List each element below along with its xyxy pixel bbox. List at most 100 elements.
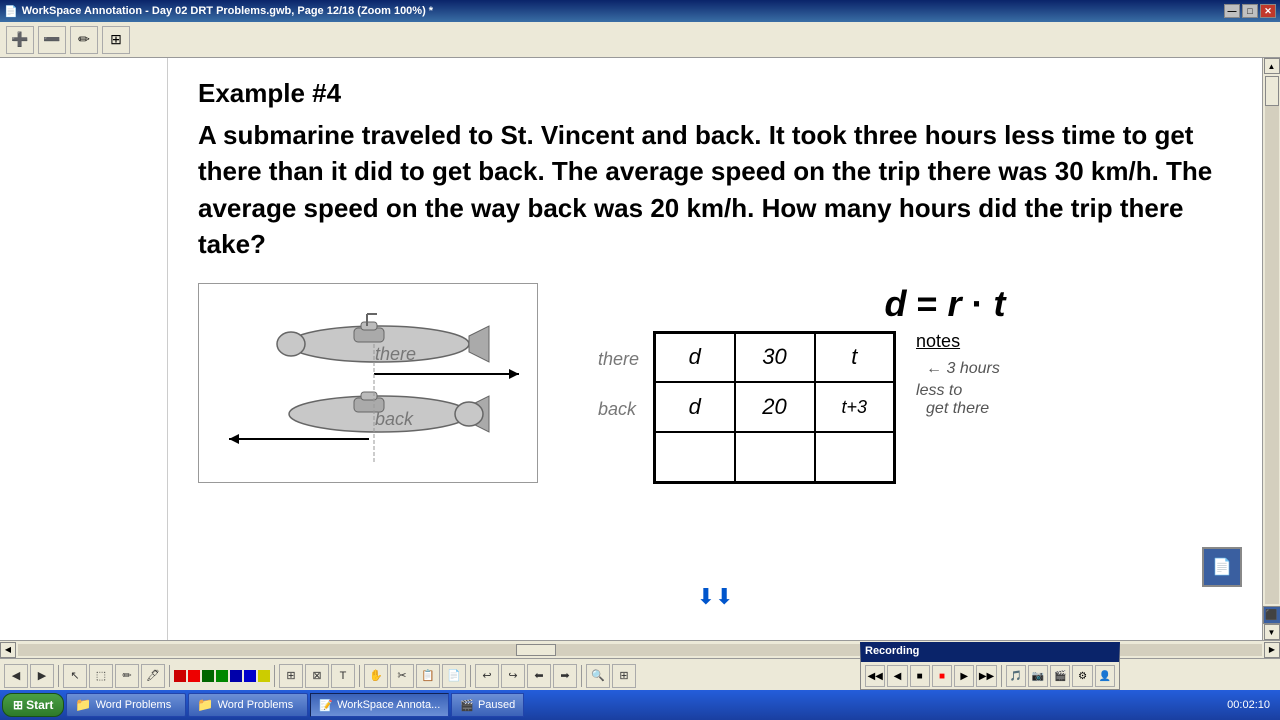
color-green[interactable] [202,670,214,682]
close-button[interactable]: ✕ [1260,4,1276,18]
row-label-empty [598,435,645,485]
color-green2[interactable] [216,670,228,682]
bt-cursor[interactable]: ↖ [63,664,87,688]
page-nav-icon[interactable]: ⬛ [1263,606,1280,624]
rec-btn3[interactable]: 🎬 [1050,665,1070,687]
rec-btn2[interactable]: 📷 [1028,665,1048,687]
toolbar-grid-button[interactable]: ⊞ [102,26,130,54]
color-yellow[interactable] [258,670,270,682]
equals-sign: = [916,283,947,324]
bt-undo[interactable]: ↩ [475,664,499,688]
right-scrollbar: ▲ ⬛ ▼ [1262,58,1280,640]
rec-stop[interactable]: ■ [910,665,930,687]
recording-content: ◀◀ ◀ ■ ■ ▶ ▶▶ 🎵 📷 🎬 ⚙ 👤 [861,662,1119,690]
bt-pencil[interactable]: ✏ [115,664,139,688]
title-bar-controls: — □ ✕ [1224,4,1276,18]
taskbar-label-1: Word Problems [96,699,172,711]
taskbar-item-wordproblems2[interactable]: 📁 Word Problems [188,693,308,717]
toolbar: ➕ ➖ ✏ ⊞ [0,22,1280,58]
taskbar-time: 00:02:10 [1219,699,1278,711]
bt-tool1[interactable]: ⊞ [279,664,303,688]
cell-t-back: t+3 [815,382,895,432]
separator-2 [169,665,170,687]
rec-rewind[interactable]: ◀◀ [865,665,885,687]
drt-table: d 30 t d 20 t+3 [653,331,896,484]
title-bar: 📄 WorkSpace Annotation - Day 02 DRT Prob… [0,0,1280,22]
bt-redo[interactable]: ↪ [501,664,525,688]
bt-paste[interactable]: 📄 [442,664,466,688]
h-scroll-left[interactable]: ◀ [0,642,16,658]
color-red2[interactable] [188,670,200,682]
taskbar-item-wordproblems1[interactable]: 📁 Word Problems [66,693,186,717]
bt-left2[interactable]: ⬅ [527,664,551,688]
toolbar-edit-button[interactable]: ✏ [70,26,98,54]
notes-title: notes [916,331,1000,352]
bt-prev[interactable]: ◀ [4,664,28,688]
table-with-labels: there back d 30 t d 20 [598,331,1232,485]
rec-btn4[interactable]: ⚙ [1072,665,1092,687]
recording-panel: Recording ◀◀ ◀ ■ ■ ▶ ▶▶ 🎵 📷 🎬 ⚙ 👤 [860,642,1120,690]
bt-right2[interactable]: ➡ [553,664,577,688]
color-blue[interactable] [230,670,242,682]
rec-btn5[interactable]: 👤 [1095,665,1115,687]
scroll-up-arrow[interactable]: ▲ [1264,58,1280,74]
bt-next[interactable]: ▶ [30,664,54,688]
page-icon[interactable]: 📄 [1202,547,1242,587]
cell-d-empty [655,432,735,482]
r-var: r [948,283,962,324]
rec-sep [1001,665,1002,687]
bt-zoom[interactable]: 🔍 [586,664,610,688]
taskbar-label-2: Word Problems [218,699,294,711]
bt-copy[interactable]: 📋 [416,664,440,688]
start-label: Start [26,698,53,712]
rec-back[interactable]: ◀ [887,665,907,687]
app-icon: 📄 [4,5,18,18]
row-labels-column: there back [598,335,645,485]
problem-text: A submarine traveled to St. Vincent and … [198,117,1232,263]
separator-5 [470,665,471,687]
color-red[interactable] [174,670,186,682]
scroll-down-arrow[interactable]: ▼ [1264,624,1280,640]
t-var: t [994,283,1006,324]
page-content: Example #4 A submarine traveled to St. V… [168,58,1262,640]
title-bar-text: WorkSpace Annotation - Day 02 DRT Proble… [22,5,433,17]
row-label-there: there [598,335,645,385]
taskbar-label-3: WorkSpace Annota... [337,699,440,711]
bt-highlight[interactable]: 🖊 [141,664,165,688]
maximize-button[interactable]: □ [1242,4,1258,18]
bt-tool2[interactable]: ⊠ [305,664,329,688]
scroll-center[interactable]: ⬇⬇ [697,584,734,610]
h-scroll-thumb[interactable] [516,644,556,656]
color-blue2[interactable] [244,670,256,682]
bt-grid2[interactable]: ⊞ [612,664,636,688]
toolbar-add-button[interactable]: ➕ [6,26,34,54]
bt-tool3[interactable]: T [331,664,355,688]
note-line-2: less to [916,382,1000,400]
scroll-thumb[interactable] [1265,76,1279,106]
diagram-area: there back d = r · t [198,283,1232,485]
bt-select[interactable]: ⬚ [89,664,113,688]
folder-icon-1: 📁 [75,697,91,713]
table-area: d = r · t there back [598,283,1232,485]
diagram-svg [199,284,539,484]
taskbar-item-paused[interactable]: 🎬 Paused [451,693,524,717]
start-button[interactable]: ⊞ Start [2,693,64,717]
cell-r-empty [735,432,815,482]
drt-header: d = r · t [658,283,1232,325]
note-line-1: ← 3 hours [926,360,1000,378]
minimize-button[interactable]: — [1224,4,1240,18]
folder-icon-2: 📁 [197,697,213,713]
rec-btn1[interactable]: 🎵 [1006,665,1026,687]
bt-hand[interactable]: ✋ [364,664,388,688]
rec-record[interactable]: ■ [932,665,952,687]
recording-title: Recording [865,645,919,657]
rec-play[interactable]: ▶ [954,665,974,687]
toolbar-minus-button[interactable]: ➖ [38,26,66,54]
rec-ff[interactable]: ▶▶ [976,665,996,687]
separator-6 [581,665,582,687]
taskbar-item-workspace[interactable]: 📝 WorkSpace Annota... [310,693,449,717]
bt-scissors[interactable]: ✂ [390,664,414,688]
main-area: Example #4 A submarine traveled to St. V… [0,58,1280,640]
row-label-back: back [598,385,645,435]
h-scroll-right[interactable]: ▶ [1264,642,1280,658]
